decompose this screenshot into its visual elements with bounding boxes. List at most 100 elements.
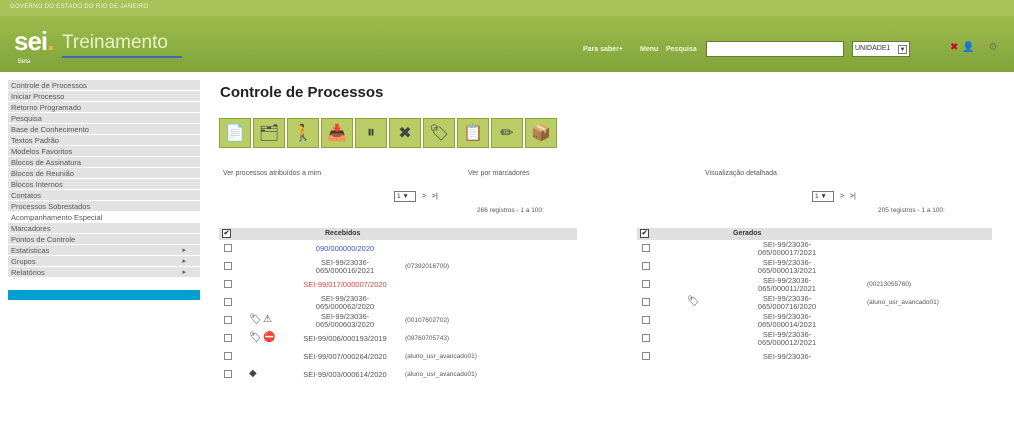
table-row[interactable]: ◆ SEI-99/003/000614/2020 (aluno_usr_avanca… <box>219 366 577 384</box>
toolbar-button[interactable]: ✏ <box>491 118 523 148</box>
assignee-note[interactable]: (00107602702) <box>405 317 449 324</box>
toolbar-button[interactable]: 🏷 <box>423 118 455 148</box>
assignee-note[interactable]: (09760705743) <box>405 335 449 342</box>
user-icon[interactable]: 👤 <box>962 42 978 53</box>
toolbar-button[interactable]: 🚶 <box>287 118 319 148</box>
process-number-link[interactable]: SEI-99/23036- 065/000017/2021 <box>737 241 837 257</box>
row-status-icon[interactable]: 🏷 <box>249 314 262 325</box>
sei-logo[interactable]: sei. <box>14 26 54 57</box>
table-row[interactable]: SEI-99/23036- <box>637 348 992 366</box>
help-link[interactable]: Para saber+ <box>583 46 623 53</box>
table-row[interactable]: 🏷 SEI-99/23036- 065/000716/2020 (aluno_usr_… <box>637 294 992 312</box>
generated-next-icon[interactable]: > <box>840 193 844 200</box>
row-status-icon[interactable]: ⚠ <box>263 314 272 325</box>
table-row[interactable]: SEI-99/23036- 065/000062/2020 <box>219 294 577 312</box>
row-checkbox[interactable] <box>224 262 232 270</box>
assignee-note[interactable]: (00213055760) <box>867 281 911 288</box>
toolbar-button[interactable]: ⏸ <box>355 118 387 148</box>
row-checkbox[interactable] <box>224 370 232 378</box>
table-row[interactable]: 🏷 ⚠ SEI-99/23036- 065/000603/2020 (001076027… <box>219 312 577 330</box>
row-status-icon[interactable]: 🏷 <box>249 332 262 343</box>
row-checkbox[interactable] <box>642 280 650 288</box>
sidebar-item[interactable]: Blocos de Assinatura <box>8 157 200 168</box>
table-row[interactable]: SEI-99/23036- 065/000011/2021 (00213055760… <box>637 276 992 294</box>
row-checkbox[interactable] <box>224 352 232 360</box>
process-number-link[interactable]: SEI-99/017/000007/2020 <box>295 281 395 289</box>
row-checkbox[interactable] <box>224 280 232 288</box>
table-row[interactable]: SEI-99/23036- 065/000016/2021 (07392016700… <box>219 258 577 276</box>
row-status-icon[interactable]: ◆ <box>249 368 257 379</box>
sidebar-item[interactable]: Processos Sobrestados <box>8 201 200 212</box>
process-number-link[interactable]: SEI-99/007/000264/2020 <box>295 353 395 361</box>
process-number-link[interactable]: SEI-99/23036- 065/000012/2021 <box>737 331 837 347</box>
row-checkbox[interactable] <box>224 334 232 342</box>
received-last-icon[interactable]: >| <box>432 193 438 200</box>
select-all-checkbox[interactable]: ✔ <box>222 229 231 238</box>
sidebar-item[interactable]: Acompanhamento Especial <box>8 212 200 223</box>
row-checkbox[interactable] <box>224 316 232 324</box>
sidebar-item[interactable]: Relatórios ▸ <box>8 267 200 278</box>
table-row[interactable]: 090/000000/2020 <box>219 240 577 258</box>
toolbar-button[interactable]: 📥 <box>321 118 353 148</box>
sidebar-item[interactable]: Base de Conhecimento <box>8 124 200 135</box>
row-checkbox[interactable] <box>642 352 650 360</box>
sidebar-item[interactable]: Pesquisa <box>8 113 200 124</box>
process-number-link[interactable]: SEI-99/23036- 065/000016/2021 <box>295 259 395 275</box>
table-row[interactable]: SEI-99/23036- 065/000017/2021 <box>637 240 992 258</box>
sidebar-item[interactable]: Blocos de Reunião <box>8 168 200 179</box>
table-row[interactable]: SEI-99/23036- 065/000012/2021 <box>637 330 992 348</box>
received-next-icon[interactable]: > <box>422 193 426 200</box>
sidebar-item[interactable]: Marcadores <box>8 223 200 234</box>
sidebar-item[interactable]: Pontos de Controle <box>8 234 200 245</box>
row-checkbox[interactable] <box>224 244 232 252</box>
sidebar-item[interactable]: Iniciar Processo <box>8 91 200 102</box>
row-checkbox[interactable] <box>224 298 232 306</box>
process-number-link[interactable]: SEI-99/003/000614/2020 <box>295 371 395 379</box>
row-checkbox[interactable] <box>642 334 650 342</box>
sidebar-item[interactable]: Grupos ▸ <box>8 256 200 267</box>
process-number-link[interactable]: 090/000000/2020 <box>295 245 395 253</box>
row-checkbox[interactable] <box>642 244 650 252</box>
assigned-link[interactable]: Ver processos atribuídos a mim <box>223 170 321 177</box>
toolbar-button[interactable]: ✖ <box>389 118 421 148</box>
assignee-note[interactable]: (aluno_usr_avancado01) <box>405 371 477 378</box>
unit-select[interactable]: UNIDADE1 ▼ <box>852 41 910 57</box>
process-number-link[interactable]: SEI-99/23036- <box>737 353 837 361</box>
table-row[interactable]: SEI-99/23036- 065/000013/2021 <box>637 258 992 276</box>
menu-link[interactable]: Menu <box>640 46 658 53</box>
assignee-note[interactable]: (aluno_usr_avancado01) <box>867 299 939 306</box>
process-number-link[interactable]: SEI-99/23036- 065/000716/2020 <box>737 295 837 311</box>
process-number-link[interactable]: SEI-99/23036- 065/000011/2021 <box>737 277 837 293</box>
toolbar-button[interactable]: 📦 <box>525 118 557 148</box>
process-number-link[interactable]: SEI-99/23036- 065/000013/2021 <box>737 259 837 275</box>
settings-icon[interactable]: ⚙ <box>988 42 1001 53</box>
search-link[interactable]: Pesquisa <box>666 46 697 53</box>
generated-last-icon[interactable]: >| <box>850 193 856 200</box>
close-icon[interactable]: ✖ <box>950 42 962 53</box>
row-checkbox[interactable] <box>642 298 650 306</box>
received-page-select[interactable]: 1 ▼ <box>394 191 416 202</box>
table-row[interactable]: SEI-99/23036- 065/000014/2021 <box>637 312 992 330</box>
markers-link[interactable]: Ver por marcadores <box>468 170 529 177</box>
select-all-checkbox[interactable]: ✔ <box>640 229 649 238</box>
toolbar-button[interactable]: 🗂 <box>253 118 285 148</box>
sidebar-item[interactable]: Modelos Favoritos <box>8 146 200 157</box>
generated-page-select[interactable]: 1 ▼ <box>812 191 834 202</box>
process-number-link[interactable]: SEI-99/23036- 065/000014/2021 <box>737 313 837 329</box>
assignee-note[interactable]: (aluno_usr_avancado01) <box>405 353 477 360</box>
table-row[interactable]: 🏷 ⛔ SEI-99/006/000193/2019 (09760705743) <box>219 330 577 348</box>
process-number-link[interactable]: SEI-99/006/000193/2019 <box>295 335 395 343</box>
sidebar-item[interactable]: Textos Padrão <box>8 135 200 146</box>
search-input[interactable] <box>706 41 844 57</box>
table-row[interactable]: SEI-99/017/000007/2020 <box>219 276 577 294</box>
sidebar-item[interactable]: Controle de Processos <box>8 80 200 91</box>
detailed-view-link[interactable]: Visualização detalhada <box>705 170 777 177</box>
sidebar-item[interactable]: Retorno Programado <box>8 102 200 113</box>
table-row[interactable]: SEI-99/007/000264/2020 (aluno_usr_avancad… <box>219 348 577 366</box>
process-number-link[interactable]: SEI-99/23036- 065/000062/2020 <box>295 295 395 311</box>
help-icon[interactable]: ? <box>979 42 989 53</box>
toolbar-button[interactable]: 📋 <box>457 118 489 148</box>
sidebar-item[interactable]: Blocos Internos <box>8 179 200 190</box>
row-checkbox[interactable] <box>642 316 650 324</box>
row-status-icon[interactable]: 🏷 <box>687 296 700 307</box>
